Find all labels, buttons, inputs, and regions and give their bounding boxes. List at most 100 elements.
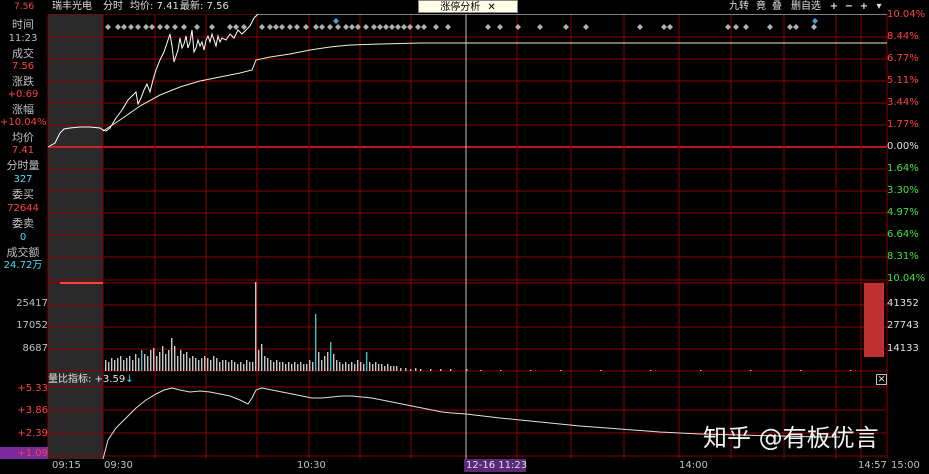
axis-up-0: 10.04%: [887, 9, 926, 20]
event-diamond: [143, 24, 149, 30]
event-diamond: [287, 24, 293, 30]
event-diamond: [294, 24, 300, 30]
volume-bar: [282, 362, 284, 371]
volume-bar: [650, 370, 652, 371]
volume-bar: [440, 369, 442, 371]
event-diamond: [279, 24, 285, 30]
volume-bar: [213, 356, 215, 371]
event-diamond: [194, 24, 200, 30]
axis-down-2: 4.97%: [887, 207, 919, 218]
volume-bar: [237, 364, 239, 371]
label-deal: 成交: [12, 47, 34, 60]
volume-bar: [285, 364, 287, 371]
volume-bar: [159, 352, 161, 371]
indicator-close-icon[interactable]: ✕: [876, 374, 887, 385]
minus-icon[interactable]: −: [843, 0, 855, 14]
event-diamond: [303, 24, 309, 30]
event-diamond: [401, 24, 407, 30]
volume-bar: [141, 350, 143, 371]
volume-bar: [800, 370, 802, 371]
volume-bar: [105, 360, 107, 371]
event-diamond: [343, 24, 349, 30]
event-diamond: [537, 24, 543, 30]
volume-bar: [147, 356, 149, 371]
add-icon[interactable]: +: [828, 0, 840, 14]
intraday-chart[interactable]: [0, 0, 929, 474]
vol-axis-right-0: 41352: [887, 298, 919, 309]
volume-bar: [195, 358, 197, 371]
volume-bar: [354, 364, 356, 371]
volume-bar: [222, 360, 224, 371]
event-diamond: [259, 24, 265, 30]
volume-bar: [183, 354, 185, 371]
dropdown-icon[interactable]: ▾: [873, 0, 885, 14]
volume-bar: [225, 360, 227, 371]
volume-bar: [318, 352, 320, 371]
indicator-title: 量比指标: +3.59↓: [48, 374, 134, 386]
avg-price-text: 均价: 7.41: [130, 1, 179, 12]
axis-zero: 0.00%: [887, 141, 919, 152]
remove-favorite-button[interactable]: 删自选: [787, 0, 825, 14]
label-avg-price: 均价: [12, 131, 34, 144]
axis-down-0: 1.64%: [887, 163, 919, 174]
volume-bar: [156, 356, 158, 371]
jing-button[interactable]: 竟: [754, 0, 768, 14]
volume-bar: [312, 362, 314, 371]
volume-bar: [273, 362, 275, 371]
label-ask: 委卖: [12, 217, 34, 230]
volume-bar: [243, 364, 245, 371]
volume-bar: [288, 362, 290, 371]
volume-bar: [216, 358, 218, 371]
volume-bar: [410, 369, 412, 371]
event-diamond: [327, 24, 333, 30]
volume-bar: [396, 366, 398, 371]
event-diamond: [793, 24, 799, 30]
tab-limit-up-analysis[interactable]: 涨停分析 ✕: [418, 0, 518, 13]
jiuzhuan-button[interactable]: 九转: [726, 0, 752, 14]
label-change-pct: 涨幅: [12, 103, 34, 116]
event-diamond: [181, 24, 187, 30]
event-diamond: [135, 24, 141, 30]
event-diamond: [733, 24, 739, 30]
axis-up-1: 8.44%: [887, 31, 919, 42]
volume-bar: [321, 360, 323, 371]
event-diamond: [349, 24, 355, 30]
event-diamond: [319, 24, 325, 30]
event-diamond: [395, 24, 401, 30]
indicator-axis-2: +2.39: [17, 428, 48, 439]
volume-bar: [300, 362, 302, 371]
event-diamond: [363, 24, 369, 30]
event-markers: [105, 18, 818, 30]
volume-bar: [327, 352, 329, 371]
time-1400: 14:00: [679, 460, 708, 471]
volume-bar: [530, 370, 532, 371]
volume-bar: [201, 358, 203, 371]
volume-bar: [192, 356, 194, 371]
volume-bar: [150, 350, 152, 371]
event-diamond: [407, 24, 413, 30]
latest-price-text: 最新: 7.56: [180, 1, 229, 12]
volume-bar: [450, 369, 452, 371]
volume-bar: [246, 360, 248, 371]
volume-bar: [261, 344, 263, 371]
overlay-button[interactable]: 叠: [770, 0, 784, 14]
volume-bar: [363, 364, 365, 371]
value-change: +0.69: [7, 89, 39, 100]
tab-close-icon[interactable]: ✕: [487, 2, 495, 13]
volume-bar: [387, 364, 389, 371]
event-diamond: [389, 24, 395, 30]
plus-icon[interactable]: +: [858, 0, 870, 14]
event-diamond: [433, 24, 439, 30]
axis-down-5: 10.04%: [887, 273, 926, 284]
event-diamond: [497, 24, 503, 30]
axis-down-4: 8.31%: [887, 251, 919, 262]
volume-bar: [750, 370, 752, 371]
volume-bar: [279, 362, 281, 371]
indicator-axis-0: +5.33: [17, 383, 48, 394]
volume-bar: [315, 314, 317, 371]
volume-bar: [177, 356, 179, 371]
volume-bar: [381, 364, 383, 371]
tab-label: 涨停分析: [440, 2, 481, 13]
volume-bar: [360, 362, 362, 371]
time-cursor: 12-16 11:23: [466, 460, 528, 471]
